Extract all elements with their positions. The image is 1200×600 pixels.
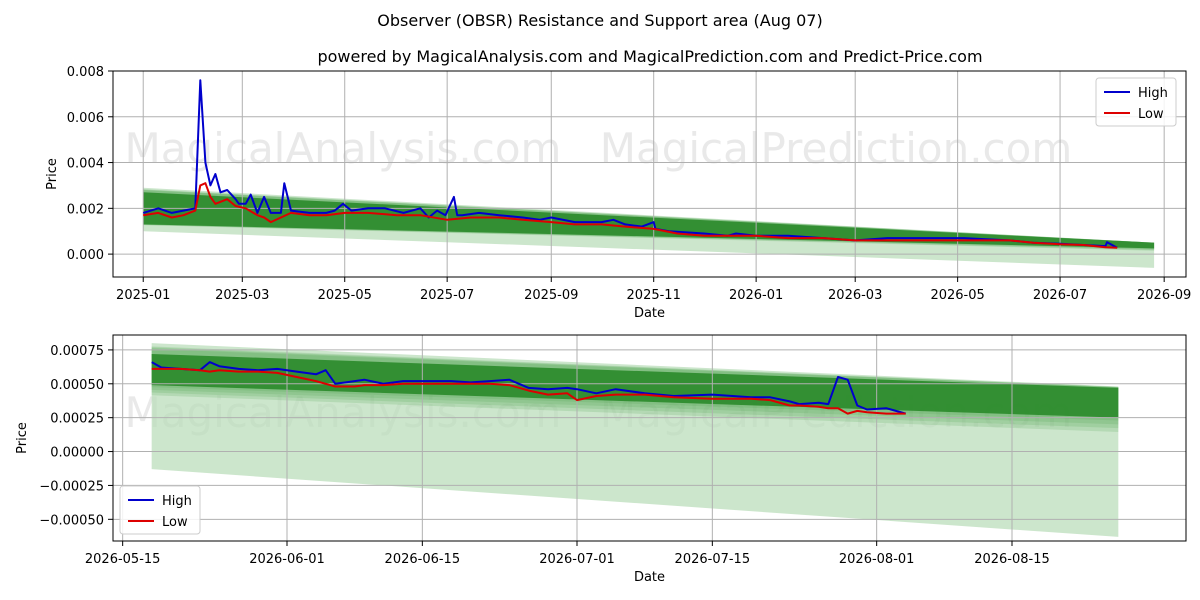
x-tick-label: 2026-01	[729, 288, 783, 303]
y-tick-label: 0.00000	[50, 446, 104, 461]
legend: High Low	[119, 485, 201, 535]
x-tick-label: 2026-07	[1033, 288, 1087, 303]
legend: High Low	[1095, 77, 1177, 127]
x-tick-label: 2026-06-01	[249, 552, 325, 567]
x-tick-label: 2025-07	[420, 288, 474, 303]
chart-subtitle: powered by MagicalAnalysis.com and Magic…	[317, 47, 982, 66]
chart-title: Observer (OBSR) Resistance and Support a…	[377, 11, 822, 30]
x-tick-label: 2026-08-15	[974, 552, 1050, 567]
y-tick-label: 0.000	[67, 248, 104, 263]
legend-label-low: Low	[162, 515, 188, 530]
x-tick-label: 2026-06-15	[385, 552, 461, 567]
x-tick-label: 2026-07-15	[675, 552, 751, 567]
y-tick-label: 0.006	[67, 111, 104, 126]
x-tick-label: 2025-09	[524, 288, 578, 303]
x-axis-label: Date	[634, 306, 665, 321]
legend-label-low: Low	[1138, 107, 1164, 122]
x-tick-label: 2026-07-01	[539, 552, 615, 567]
y-axis-label: Price	[45, 158, 60, 190]
y-tick-label: −0.00050	[39, 513, 104, 528]
legend-label-high: High	[1138, 86, 1168, 101]
x-tick-label: 2026-09	[1137, 288, 1191, 303]
x-tick-label: 2025-11	[627, 288, 681, 303]
x-tick-label: 2025-05	[318, 288, 372, 303]
y-tick-label: 0.008	[67, 65, 104, 80]
y-tick-label: 0.00075	[50, 344, 104, 359]
y-tick-label: −0.00025	[39, 479, 104, 494]
watermark-text: MagicalAnalysis.com	[125, 124, 562, 173]
chart-canvas: Observer (OBSR) Resistance and Support a…	[15, 11, 1191, 585]
x-tick-label: 2026-05	[930, 288, 984, 303]
top-price-panel: MagicalAnalysis.com MagicalPrediction.com…	[45, 65, 1191, 321]
watermark-text: MagicalPrediction.com	[600, 124, 1073, 173]
x-tick-label: 2025-01	[116, 288, 170, 303]
x-tick-label: 2025-03	[215, 288, 269, 303]
y-axis-label: Price	[15, 422, 30, 454]
y-tick-label: 0.00050	[50, 378, 104, 393]
y-tick-label: 0.004	[67, 157, 104, 172]
bottom-price-panel: MagicalAnalysis.comMagicalPrediction.com…	[15, 334, 1187, 585]
x-tick-label: 2026-08-01	[839, 552, 915, 567]
x-tick-label: 2026-05-15	[85, 552, 161, 567]
x-tick-label: 2026-03	[828, 288, 882, 303]
y-tick-label: 0.00025	[50, 412, 104, 427]
x-axis-label: Date	[634, 570, 665, 585]
y-tick-label: 0.002	[67, 202, 104, 217]
legend-label-high: High	[162, 494, 192, 509]
